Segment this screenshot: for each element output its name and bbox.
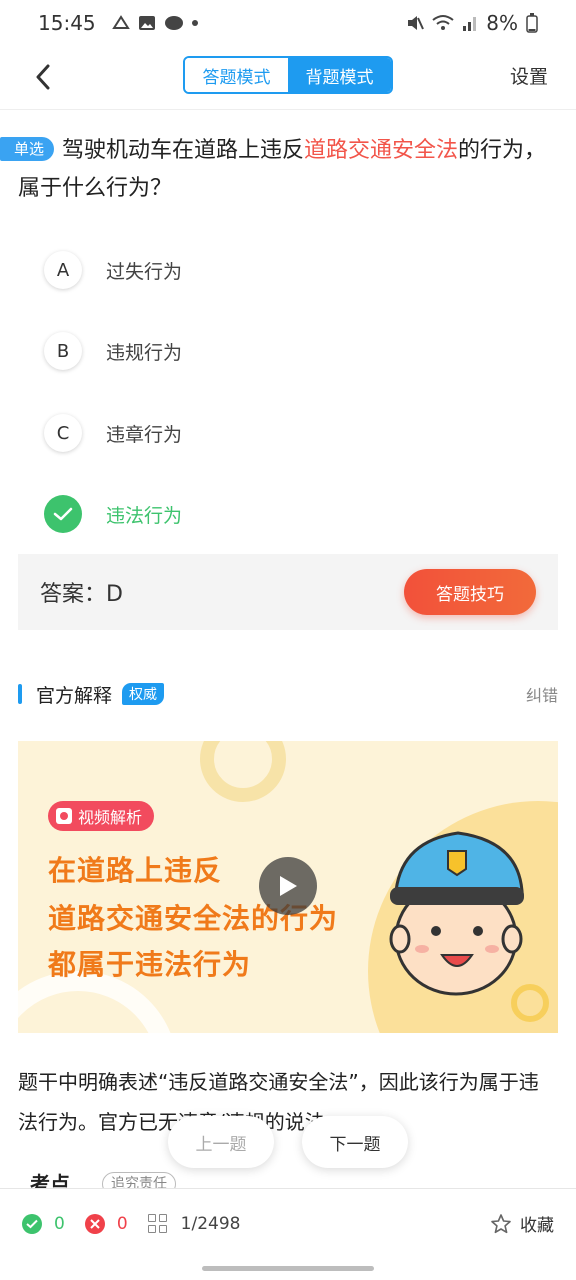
- option-a[interactable]: A 过失行为: [44, 250, 524, 290]
- option-letter: C: [44, 414, 82, 452]
- video-tag-icon: [56, 808, 72, 824]
- mode-toggle: 答题模式 背题模式: [183, 56, 393, 94]
- section-accent-bar: [18, 684, 22, 704]
- battery-icon: [526, 13, 538, 33]
- explanation-text: 题干中明确表述“违反道路交通安全法”，因此该行为属于违法行为。官方已无违章/违规…: [18, 1070, 539, 1134]
- option-letter: B: [44, 332, 82, 370]
- answer-label: 答案：D: [40, 582, 123, 607]
- option-b[interactable]: B 违规行为: [44, 331, 524, 371]
- wrong-count-value: 0: [116, 1213, 128, 1234]
- correct-count-value: 0: [54, 1213, 65, 1234]
- favorite-button[interactable]: 收藏: [490, 1211, 554, 1236]
- mute-icon: [408, 16, 425, 30]
- option-d[interactable]: 违法行为: [44, 494, 524, 534]
- video-caption-line: 都属于违法行为: [48, 948, 252, 981]
- answer-tips-button[interactable]: 答题技巧: [404, 569, 536, 615]
- question-text-highlight: 道路交通安全法: [304, 138, 459, 163]
- wifi-icon: [432, 15, 454, 30]
- notification-icon: [111, 15, 130, 29]
- answer-panel: 答案：D 答题技巧: [18, 554, 558, 630]
- settings-button[interactable]: 设置: [510, 62, 548, 89]
- wrong-count[interactable]: 0: [84, 1213, 128, 1234]
- video-tag-label: 视频解析: [78, 808, 143, 827]
- play-icon: [280, 876, 297, 896]
- option-text: 违规行为: [106, 341, 183, 364]
- option-text: 过失行为: [106, 260, 183, 283]
- favorite-label: 收藏: [520, 1216, 554, 1236]
- checkmark-icon: [44, 495, 82, 533]
- video-analysis-tag: 视频解析: [48, 801, 155, 831]
- tab-recite-mode[interactable]: 背题模式: [288, 58, 391, 92]
- play-button[interactable]: [259, 857, 317, 915]
- question-progress[interactable]: 1/2498: [181, 1214, 241, 1234]
- question-grid-icon[interactable]: [147, 1214, 167, 1233]
- option-text: 违章行为: [106, 423, 183, 446]
- next-question-button[interactable]: 下一题: [302, 1116, 408, 1168]
- prev-question-button[interactable]: 上一题: [168, 1116, 274, 1168]
- wrong-icon: [84, 1213, 105, 1234]
- more-notifications-icon: [191, 20, 198, 26]
- top-nav-bar: 答题模式 背题模式 设置: [0, 46, 576, 110]
- battery-level: 8%: [486, 11, 518, 35]
- back-button[interactable]: [26, 60, 60, 94]
- video-caption-line: 在道路上违反: [48, 854, 223, 887]
- option-letter: A: [44, 251, 82, 289]
- chevron-left-icon: [36, 64, 50, 90]
- authority-badge: 权威: [122, 683, 165, 705]
- gallery-icon: [138, 16, 155, 30]
- report-error-button[interactable]: 纠错: [526, 682, 558, 706]
- correct-count[interactable]: 0: [22, 1213, 65, 1234]
- home-indicator[interactable]: [202, 1266, 374, 1271]
- question-stem: 单选 驾驶机动车在道路上违反道路交通安全法的行为，属于什么行为？: [0, 132, 576, 208]
- tab-answer-mode[interactable]: 答题模式: [185, 58, 288, 92]
- explanation-title: 官方解释: [36, 684, 113, 707]
- option-c[interactable]: C 违章行为: [44, 413, 524, 453]
- correct-icon: [22, 1213, 42, 1234]
- app-icon: [164, 16, 183, 30]
- question-text-before: 驾驶机动车在道路上违反: [62, 138, 305, 163]
- status-bar: 15:45 8%: [0, 0, 576, 46]
- signal-icon: [463, 17, 477, 31]
- question-type-badge: 单选: [0, 137, 55, 161]
- bottom-toolbar: 0 0 1/2498 收藏: [0, 1188, 576, 1258]
- star-icon: [491, 1213, 511, 1233]
- option-text: 违法行为: [106, 504, 183, 527]
- status-time: 15:45: [38, 11, 96, 35]
- video-explanation-card[interactable]: 视频解析 在道路上违反 道路交通安全法的行为 都属于违法行为: [18, 741, 558, 1033]
- explanation-header: 官方解释 权威 纠错: [18, 676, 558, 712]
